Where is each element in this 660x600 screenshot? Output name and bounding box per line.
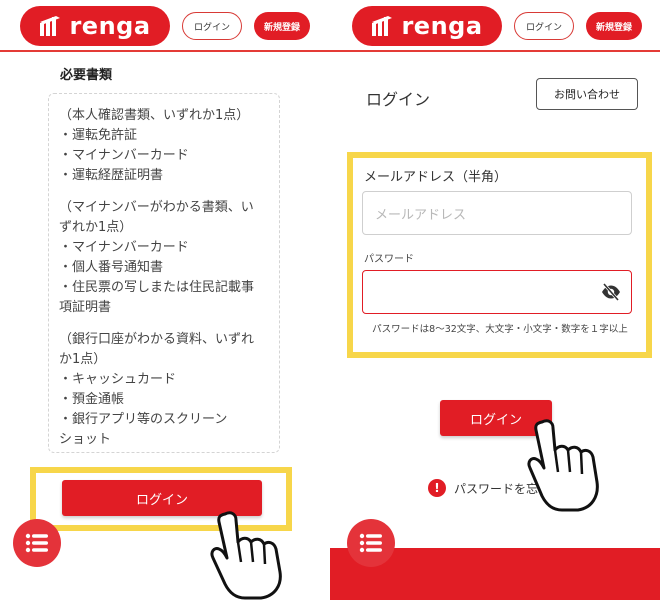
logo-text: renga: [401, 12, 483, 40]
alert-icon: !: [428, 479, 446, 497]
menu-button[interactable]: [13, 519, 61, 567]
password-input[interactable]: [362, 270, 632, 314]
doc-group-mynumber: （マイナンバーがわかる書類、い ずれか1点） ・マイナンバーカード ・個人番号通…: [59, 198, 269, 318]
logo-text: renga: [69, 12, 151, 40]
doc-line: ・預金通帳: [59, 392, 125, 407]
doc-line: ・銀行アプリ等のスクリーン: [59, 412, 228, 427]
left-panel: renga ログイン 新規登録 必要書類 （本人確認書類、いずれか1点） ・運転…: [0, 0, 330, 600]
password-label: パスワード: [364, 254, 414, 265]
doc-line: （マイナンバーがわかる書類、い: [59, 200, 254, 215]
documents-box: （本人確認書類、いずれか1点） ・運転免許証 ・マイナンバーカード ・運転経歴証…: [48, 93, 280, 453]
doc-line: ずれか1点）: [59, 220, 133, 235]
doc-line: （銀行口座がわかる資料、いずれ: [59, 332, 255, 347]
email-placeholder: メールアドレス: [375, 207, 467, 223]
doc-line: ・個人番号通知書: [59, 260, 164, 275]
header-register-button[interactable]: 新規登録: [586, 12, 642, 40]
header-register-button[interactable]: 新規登録: [254, 12, 310, 40]
renga-logo[interactable]: renga: [352, 6, 502, 46]
eye-off-icon[interactable]: [601, 283, 621, 301]
renga-logo-icon: [40, 16, 61, 36]
renga-logo[interactable]: renga: [20, 6, 170, 46]
email-input[interactable]: メールアドレス: [362, 191, 632, 235]
doc-line: ・マイナンバーカード: [59, 148, 189, 163]
right-panel: renga ログイン 新規登録 ログイン お問い合わせ メールアドレス（半角） …: [330, 0, 660, 600]
doc-line: か1点）: [59, 352, 107, 367]
email-label: メールアドレス（半角）: [364, 170, 508, 185]
hand-pointer-icon: [210, 511, 282, 600]
doc-line: ・運転経歴証明書: [59, 168, 164, 183]
renga-logo-icon: [372, 16, 393, 36]
doc-group-identity: （本人確認書類、いずれか1点） ・運転免許証 ・マイナンバーカード ・運転経歴証…: [59, 106, 269, 186]
site-header: renga ログイン 新規登録: [330, 0, 660, 52]
doc-group-bank: （銀行口座がわかる資料、いずれ か1点） ・キャッシュカード ・預金通帳 ・銀行…: [59, 330, 269, 450]
hand-pointer-icon: [527, 419, 599, 512]
header-login-button[interactable]: ログイン: [182, 12, 242, 40]
header-login-button[interactable]: ログイン: [514, 12, 574, 40]
menu-button[interactable]: [347, 519, 395, 567]
required-docs-title: 必要書類: [60, 68, 113, 83]
contact-button[interactable]: お問い合わせ: [536, 78, 638, 110]
doc-line: ・住民票の写しまたは住民記載事: [59, 280, 255, 295]
page-title: ログイン: [366, 90, 431, 109]
site-header: renga ログイン 新規登録: [0, 0, 330, 52]
password-hint: パスワードは8〜32文字、大文字・小文字・数字を１字以上: [372, 324, 628, 335]
doc-line: ・マイナンバーカード: [59, 240, 189, 255]
menu-icon: [25, 533, 48, 553]
doc-line: ・運転免許証: [59, 128, 138, 143]
doc-line: ・キャッシュカード: [59, 372, 177, 387]
doc-line: 項証明書: [59, 300, 112, 315]
doc-line: ショット: [59, 432, 112, 447]
menu-icon: [359, 533, 382, 553]
doc-line: （本人確認書類、いずれか1点）: [59, 108, 250, 123]
